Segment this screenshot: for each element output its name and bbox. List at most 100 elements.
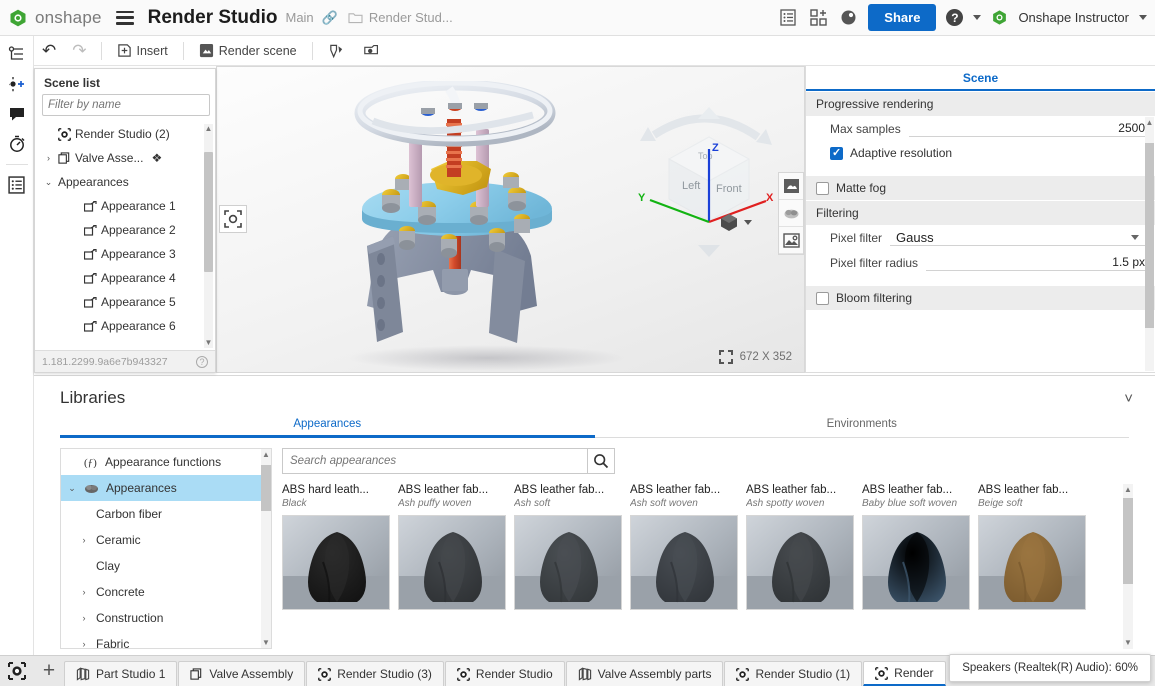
visibility-icon[interactable]: ❖ (151, 151, 162, 165)
category-twisty[interactable]: › (79, 639, 89, 648)
category-scroll-up[interactable]: ▲ (261, 449, 271, 460)
category-item[interactable]: (ƒ) Appearance functions (61, 449, 271, 475)
grid-scroll-down[interactable]: ▼ (1123, 637, 1133, 649)
scene-tree-item[interactable]: Appearance 6 (37, 314, 215, 338)
appearance-swatch[interactable] (398, 515, 506, 610)
stopwatch-icon[interactable] (3, 130, 31, 158)
category-scroll-down[interactable]: ▼ (261, 637, 271, 648)
link-icon[interactable]: 🔗 (322, 10, 338, 26)
appearance-card[interactable]: ABS leather fab... Ash soft (514, 484, 629, 649)
render-tree-icon[interactable] (3, 40, 31, 68)
chevron-down-icon[interactable] (1131, 234, 1139, 240)
appearance-picker-button[interactable] (321, 40, 352, 62)
scene-select-row[interactable]: Pixel filter Gauss (806, 225, 1155, 250)
appearance-card[interactable]: ABS leather fab... Baby blue soft woven (862, 484, 977, 649)
menu-icon[interactable] (115, 10, 134, 25)
redo-icon[interactable]: ↷ (66, 41, 92, 61)
appearance-card[interactable]: ABS leather fab... Ash puffy woven (398, 484, 513, 649)
help-icon[interactable]: ? (946, 9, 964, 26)
category-twisty[interactable]: › (79, 535, 89, 545)
scene-tree-item[interactable]: Appearance 1 (37, 194, 215, 218)
field-value[interactable]: Gauss (890, 229, 1145, 246)
grid-scroll-thumb[interactable] (1123, 498, 1133, 584)
category-item[interactable]: › Ceramic (61, 527, 271, 553)
render-studio-icon[interactable] (0, 655, 34, 686)
category-item[interactable]: ⌄ Appearances (61, 475, 271, 501)
user-name[interactable]: Onshape Instructor (1018, 10, 1129, 25)
tree-twisty[interactable]: ⌄ (43, 177, 54, 188)
search-input[interactable] (282, 448, 587, 474)
help-circle-icon[interactable]: ? (196, 355, 208, 368)
camera-button[interactable] (356, 40, 388, 61)
appearance-card[interactable]: ABS leather fab... Ash spotty woven (746, 484, 861, 649)
document-tab[interactable]: Render Studio (444, 661, 565, 686)
appearance-swatch[interactable] (282, 515, 390, 610)
scene-panel-scroll-up[interactable]: ▲ (1145, 117, 1154, 128)
scene-check-row[interactable]: Adaptive resolution (806, 141, 1155, 165)
bom-icon[interactable] (778, 8, 798, 28)
appearance-swatch[interactable] (746, 515, 854, 610)
scene-tree-item[interactable]: Appearance 5 (37, 290, 215, 314)
view-mode-caret[interactable] (744, 220, 752, 225)
scene-tree-item[interactable]: Render Studio (2) (37, 122, 215, 146)
field-value[interactable]: 2500 (908, 120, 1145, 137)
appearance-swatch[interactable] (862, 515, 970, 610)
branch-label[interactable]: Main (285, 10, 313, 25)
scene-section-toggle[interactable]: Matte fog (806, 175, 1155, 200)
category-scroll-thumb[interactable] (261, 465, 271, 511)
add-tab-button[interactable]: + (34, 655, 64, 686)
appearance-card[interactable]: ABS leather fab... Beige soft (978, 484, 1093, 649)
render-viewport[interactable]: Left Front Top Z X Y 672 X 352 (216, 66, 805, 373)
category-twisty[interactable]: ⌄ (67, 483, 77, 494)
bom-icon[interactable] (3, 171, 31, 199)
resolution-expand-icon[interactable] (718, 350, 733, 364)
appearance-swatch[interactable] (630, 515, 738, 610)
field-checkbox[interactable] (830, 146, 843, 160)
environment-icon[interactable] (779, 200, 803, 227)
add-light-icon[interactable] (3, 70, 31, 98)
scene-tree-item[interactable]: Appearance 2 (37, 218, 215, 242)
document-tab[interactable]: Render Studio (1) (724, 661, 863, 686)
category-twisty[interactable]: › (79, 587, 89, 597)
scene-panel-scroll-thumb[interactable] (1145, 143, 1154, 328)
tab-environments[interactable]: Environments (595, 418, 1130, 437)
appearance-swatch[interactable] (978, 515, 1086, 610)
scene-value-row[interactable]: Max samples 2500 (806, 116, 1155, 141)
scene-value-row[interactable]: Pixel filter radius 1.5 px (806, 250, 1155, 275)
view-cube[interactable]: Left Front Top Z X Y (634, 97, 784, 257)
tree-twisty[interactable]: › (43, 153, 54, 163)
scene-section-toggle[interactable]: Bloom filtering (806, 285, 1155, 310)
category-item[interactable]: Clay (61, 553, 271, 579)
share-button[interactable]: Share (868, 4, 937, 31)
scene-filter-input[interactable] (42, 94, 210, 116)
user-dropdown-caret[interactable] (1139, 15, 1147, 20)
scene-tree-item[interactable]: Appearance 4 (37, 266, 215, 290)
scene-tree-item[interactable]: › Valve Asse... ❖ (37, 146, 215, 170)
category-item[interactable]: Carbon fiber (61, 501, 271, 527)
app-store-icon[interactable] (808, 8, 828, 28)
insert-button[interactable]: Insert (110, 40, 175, 61)
chevron-down-icon[interactable]: ˅ (1124, 390, 1133, 407)
appearance-card[interactable]: ABS leather fab... Ash soft woven (630, 484, 745, 649)
learning-center-icon[interactable] (838, 8, 858, 28)
category-item[interactable]: › Concrete (61, 579, 271, 605)
scene-tree-item[interactable]: Appearance 3 (37, 242, 215, 266)
scene-tree-item[interactable]: ⌄ Appearances (37, 170, 215, 194)
section-checkbox[interactable] (816, 291, 829, 305)
scene-scroll-up-arrow[interactable]: ▲ (204, 124, 213, 134)
grid-scroll-up[interactable]: ▲ (1123, 484, 1133, 496)
section-checkbox[interactable] (816, 181, 829, 195)
fit-to-view-button[interactable] (219, 205, 247, 233)
help-dropdown-caret[interactable] (973, 15, 982, 20)
category-item[interactable]: › Fabric (61, 631, 271, 648)
scene-tab[interactable]: Scene (806, 66, 1155, 89)
appearance-card[interactable]: ABS hard leath... Black (282, 484, 397, 649)
view-mode-control[interactable] (719, 213, 752, 232)
category-item[interactable]: › Construction (61, 605, 271, 631)
document-tab[interactable]: Part Studio 1 (64, 661, 178, 686)
appearance-swatch[interactable] (514, 515, 622, 610)
image-settings-icon[interactable] (779, 227, 803, 254)
onshape-logo[interactable]: onshape (0, 8, 102, 28)
workspace-breadcrumb[interactable]: Render Stud... (348, 10, 453, 25)
document-tab[interactable]: Valve Assembly (178, 661, 306, 686)
